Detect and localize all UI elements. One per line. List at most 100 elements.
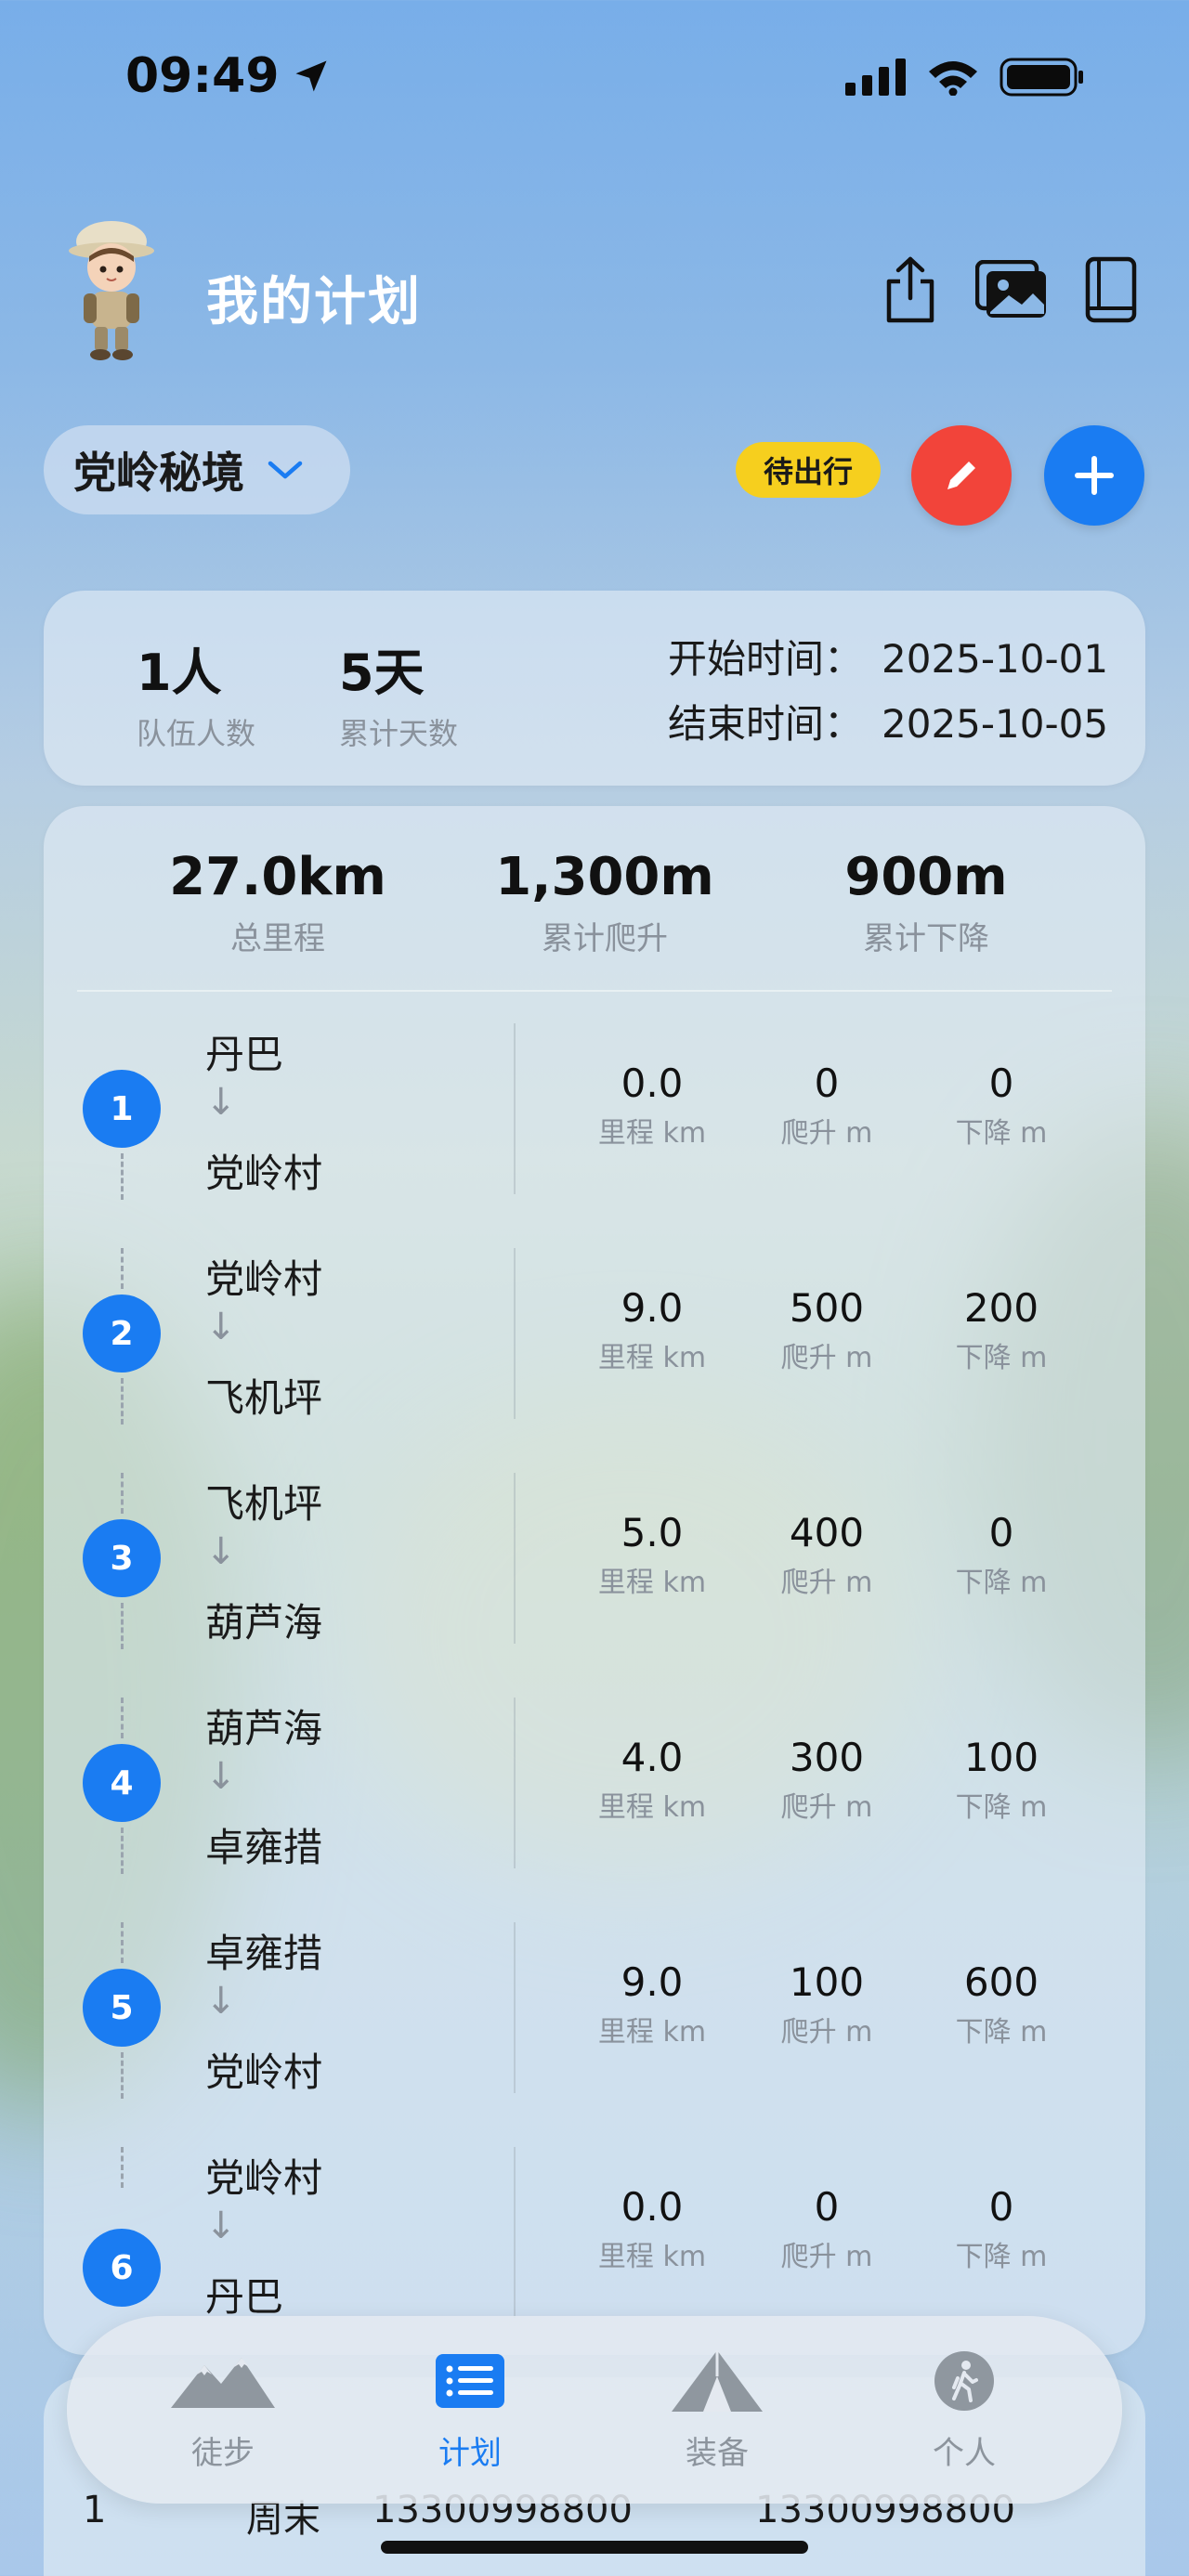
route-card: 27.0km 总里程 1,300m 累计爬升 900m 累计下降 1 丹巴 ↓ … (44, 806, 1145, 2355)
stage-descent: 0 下降 m (913, 1060, 1090, 1151)
avatar[interactable] (65, 214, 158, 362)
total-days-value: 5天 (339, 644, 425, 702)
share-icon (886, 256, 934, 323)
stage-distance: 0.0 里程 km (564, 1060, 740, 1151)
status-bar: 09:49 (0, 0, 1189, 158)
stage-distance-label: 里程 km (597, 1791, 707, 1824)
stage-distance-label: 里程 km (597, 2016, 707, 2049)
arrow-down-icon: ↓ (205, 1306, 237, 1348)
arrow-down-icon: ↓ (205, 1530, 237, 1573)
team-size-label: 队伍人数 (137, 716, 256, 751)
stage-separator (514, 1698, 516, 1868)
stage-from: 党岭村 (205, 1256, 323, 1302)
start-date-value: 2025-10-01 (882, 636, 1109, 682)
total-distance-label: 总里程 (230, 920, 325, 957)
share-button[interactable] (873, 253, 947, 327)
contact-index: 1 (83, 2489, 107, 2531)
list-icon (436, 2354, 504, 2408)
tab-plan[interactable]: 计划 (377, 2344, 563, 2473)
stage-descent: 600 下降 m (913, 1959, 1090, 2049)
status-icons (845, 58, 1085, 97)
total-distance-value: 27.0km (169, 847, 386, 907)
stage-from: 丹巴 (205, 1032, 284, 1077)
summary-divider (77, 990, 1112, 992)
stage-ascent: 0 爬升 m (738, 1060, 915, 1151)
stage-distance: 9.0 里程 km (564, 1285, 740, 1375)
total-ascent-stat: 1,300m 累计爬升 (456, 847, 753, 958)
timeline-connector (121, 2052, 124, 2099)
status-badge: 待出行 (736, 442, 881, 498)
stage-distance-label: 里程 km (597, 1567, 707, 1599)
start-date-label: 开始时间： (668, 636, 864, 682)
stage-descent: 200 下降 m (913, 1285, 1090, 1375)
hiker-icon (934, 2351, 994, 2411)
stage-descent-value: 600 (963, 1959, 1039, 2005)
total-ascent-label: 累计爬升 (542, 920, 668, 957)
stage-distance-value: 9.0 (621, 1285, 684, 1331)
stage-descent: 0 下降 m (913, 1510, 1090, 1600)
header: 我的计划 (0, 214, 1189, 371)
tab-bar: 徒步 计划 装备 个人 (67, 2316, 1122, 2504)
home-indicator[interactable] (381, 2541, 808, 2554)
team-size-stat: 1人 队伍人数 (137, 631, 255, 753)
tab-hiking[interactable]: 徒步 (130, 2344, 316, 2473)
tab-profile[interactable]: 个人 (871, 2344, 1057, 2473)
stage-distance-label: 里程 km (597, 1117, 707, 1150)
stage-to: 卓雍措 (205, 1825, 323, 1870)
stage-descent-value: 0 (988, 1510, 1014, 1555)
stage-ascent-label: 爬升 m (780, 1117, 873, 1150)
stage-to: 葫芦海 (205, 1600, 323, 1646)
total-descent-stat: 900m 累计下降 (777, 847, 1075, 958)
plan-row: 党岭秘境 待出行 (0, 425, 1189, 526)
status-time-text: 09:49 (125, 48, 280, 104)
stage-distance: 0.0 里程 km (564, 2184, 740, 2274)
photos-icon (975, 260, 1046, 318)
stage-ascent-label: 爬升 m (780, 2241, 873, 2273)
timeline-connector (121, 1922, 124, 1963)
tab-gear[interactable]: 装备 (624, 2344, 810, 2473)
stage-ascent: 300 爬升 m (738, 1735, 915, 1825)
timeline-connector (121, 1473, 124, 1514)
total-descent-label: 累计下降 (863, 920, 989, 957)
stage-descent-value: 0 (988, 1060, 1014, 1106)
stage-ascent-label: 爬升 m (780, 1342, 873, 1374)
timeline-connector (121, 1378, 124, 1425)
stage-item[interactable]: 1 丹巴 ↓ 党岭村 0.0 里程 km 0 爬升 m 0 下降 m (44, 1023, 1145, 1200)
stage-ascent-label: 爬升 m (780, 1791, 873, 1824)
cellular-signal-icon (845, 59, 906, 96)
stage-number: 4 (83, 1744, 161, 1822)
stage-descent-label: 下降 m (955, 2241, 1048, 2273)
plan-selector[interactable]: 党岭秘境 (44, 425, 350, 514)
stage-descent-label: 下降 m (955, 2016, 1048, 2049)
stage-distance-value: 0.0 (621, 1060, 684, 1106)
stage-number: 2 (83, 1295, 161, 1373)
stage-item[interactable]: 5 卓雍措 ↓ 党岭村 9.0 里程 km 100 爬升 m 600 下降 m (44, 1922, 1145, 2099)
book-button[interactable] (1074, 253, 1148, 327)
team-size-value: 1人 (137, 644, 222, 702)
stage-item[interactable]: 4 葫芦海 ↓ 卓雍措 4.0 里程 km 300 爬升 m 100 下降 m (44, 1698, 1145, 1874)
stage-item[interactable]: 3 飞机坪 ↓ 葫芦海 5.0 里程 km 400 爬升 m 0 下降 m (44, 1473, 1145, 1649)
stage-to: 飞机坪 (205, 1375, 323, 1421)
stage-descent: 0 下降 m (913, 2184, 1090, 2274)
timeline-connector (121, 1828, 124, 1874)
photos-button[interactable] (975, 253, 1050, 327)
tent-icon (672, 2350, 763, 2412)
edit-button[interactable] (911, 425, 1012, 526)
stage-item[interactable]: 2 党岭村 ↓ 飞机坪 9.0 里程 km 500 爬升 m 200 下降 m (44, 1248, 1145, 1425)
stage-item[interactable]: 6 党岭村 ↓ 丹巴 0.0 里程 km 0 爬升 m 0 下降 m (44, 2147, 1145, 2323)
page-title: 我的计划 (206, 272, 422, 332)
stage-number: 5 (83, 1969, 161, 2047)
end-date-value: 2025-10-05 (882, 701, 1109, 747)
add-button[interactable] (1044, 425, 1144, 526)
stage-ascent-value: 100 (789, 1959, 865, 2005)
stage-separator (514, 1248, 516, 1419)
chevron-down-icon (268, 461, 303, 479)
total-days-label: 累计天数 (339, 716, 459, 751)
stage-to: 丹巴 (205, 2274, 284, 2320)
stage-separator (514, 1023, 516, 1194)
stage-distance-value: 4.0 (621, 1735, 684, 1780)
stage-number: 1 (83, 1070, 161, 1148)
stage-descent-value: 0 (988, 2184, 1014, 2230)
stage-distance-value: 9.0 (621, 1959, 684, 2005)
tab-label: 计划 (438, 2435, 502, 2472)
